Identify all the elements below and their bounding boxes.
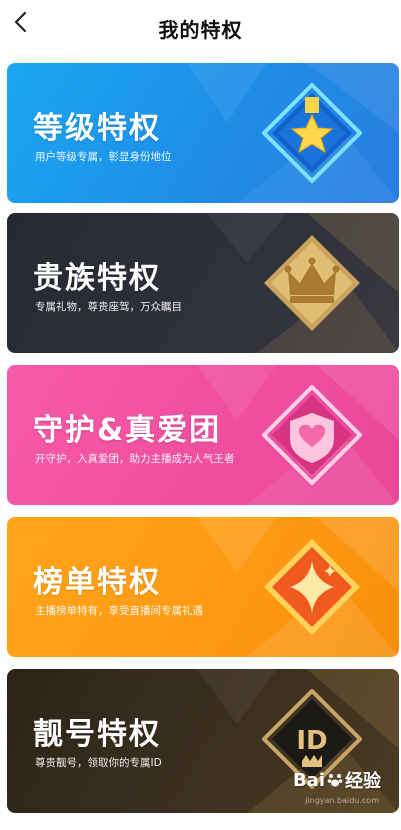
card-title: 靓号特权 — [33, 717, 161, 752]
star-badge-icon — [262, 83, 362, 183]
card-subtitle: 尊贵靓号，领取你的专属ID — [35, 757, 162, 769]
card-title: 贵族特权 — [33, 261, 161, 296]
card-subtitle: 用户等级专属，彰显身份地位 — [35, 151, 172, 163]
card-title: 守护&真爱团 — [33, 413, 222, 448]
card-title: 等级特权 — [33, 111, 161, 146]
page-title: 我的特权 — [158, 18, 243, 42]
card-level-privilege[interactable]: 等级特权 用户等级专属，彰显身份地位 — [7, 63, 399, 203]
header-bar: 我的特权 — [0, 0, 401, 58]
paw-icon — [327, 774, 343, 787]
card-lucky-number-privilege[interactable]: 靓号特权 尊贵靓号，领取你的专属ID ID Bai 经验 jingyan.bai… — [7, 669, 399, 813]
watermark: Bai 经验 — [293, 767, 381, 793]
card-ranking-privilege[interactable]: 榜单特权 主播榜单特有，享受直播间专属礼遇 — [7, 517, 399, 657]
heart-shield-badge-icon — [262, 385, 362, 485]
card-noble-privilege[interactable]: 贵族特权 专属礼物，尊贵座驾，万众瞩目 — [7, 213, 399, 353]
watermark-logo: Bai — [292, 769, 325, 791]
card-title: 榜单特权 — [33, 565, 161, 600]
sparkle-badge-icon — [264, 539, 360, 635]
card-subtitle: 主播榜单特有，享受直播间专属礼遇 — [35, 605, 203, 617]
svg-text:ID: ID — [296, 726, 327, 756]
card-subtitle: 开守护，入真爱团，助力主播成为人气王者 — [35, 453, 235, 465]
crown-badge-icon — [264, 235, 360, 331]
card-subtitle: 专属礼物，尊贵座驾，万众瞩目 — [35, 301, 182, 313]
watermark-url: jingyan.baidu.com — [305, 796, 379, 805]
watermark-brand: 经验 — [345, 771, 381, 792]
card-guard-love-group[interactable]: 守护&真爱团 开守护，入真爱团，助力主播成为人气王者 — [7, 365, 399, 505]
